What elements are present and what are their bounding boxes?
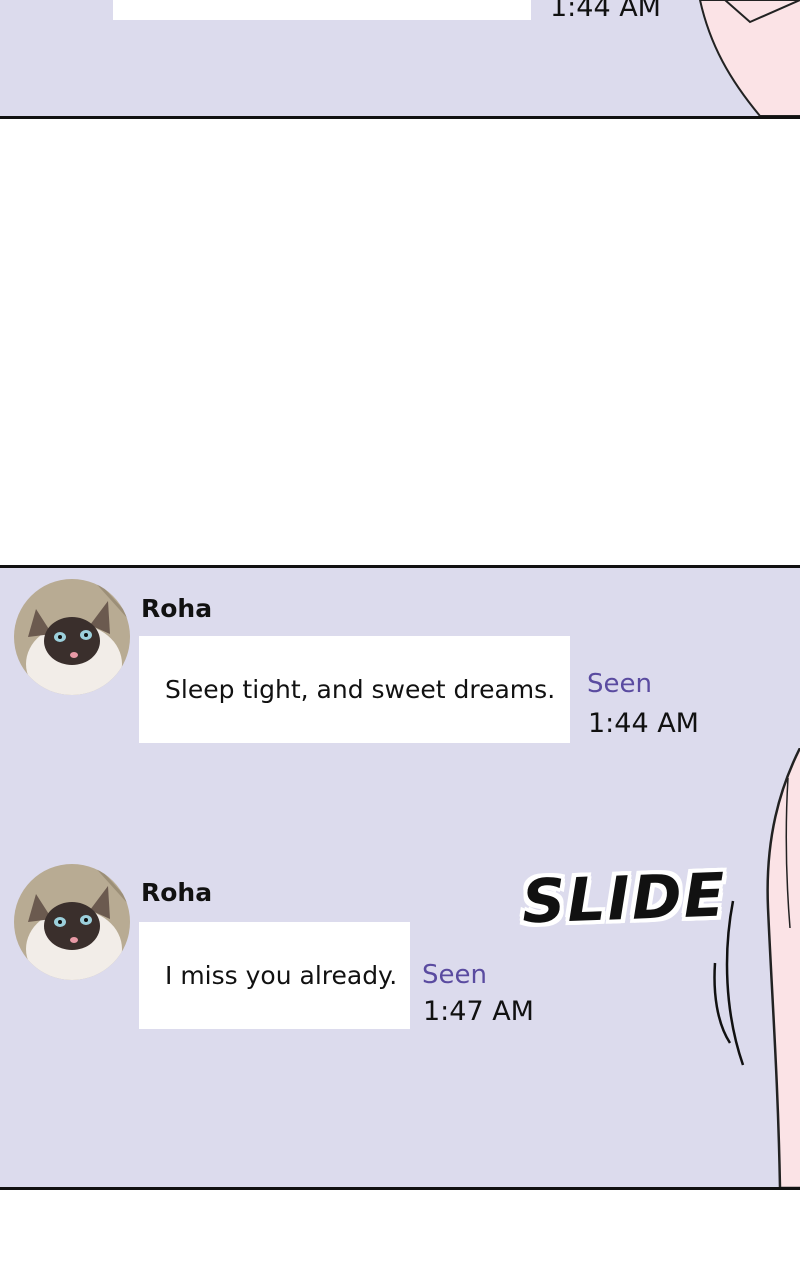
avatar[interactable] (14, 579, 130, 695)
avatar[interactable] (14, 864, 130, 980)
message-bubble: Sleep tight, and sweet dreams. (139, 636, 570, 743)
read-status: Seen (422, 960, 487, 990)
chat-panel: Roha Sleep tight, and sweet dreams. Seen… (0, 565, 800, 1190)
character-body-illustration (766, 748, 800, 1187)
message-text: I miss you already. (165, 961, 398, 990)
top-chat-panel: 1:44 AM (0, 0, 800, 119)
sender-name: Roha (141, 594, 213, 623)
motion-lines (713, 900, 745, 1066)
character-shoulder-illustration (698, 0, 800, 116)
sound-effect-text: SLIDE (520, 860, 728, 938)
message-bubble: I miss you already. (139, 922, 410, 1029)
message-text: Sleep tight, and sweet dreams. (165, 675, 556, 704)
message-bubble-partial (113, 0, 531, 20)
sender-name: Roha (141, 878, 213, 907)
siamese-cat-icon (14, 579, 130, 695)
read-status: Seen (587, 669, 652, 699)
message-time: 1:44 AM (588, 708, 699, 739)
message-time: 1:47 AM (423, 996, 534, 1027)
message-time-partial: 1:44 AM (550, 0, 661, 23)
siamese-cat-icon (14, 864, 130, 980)
